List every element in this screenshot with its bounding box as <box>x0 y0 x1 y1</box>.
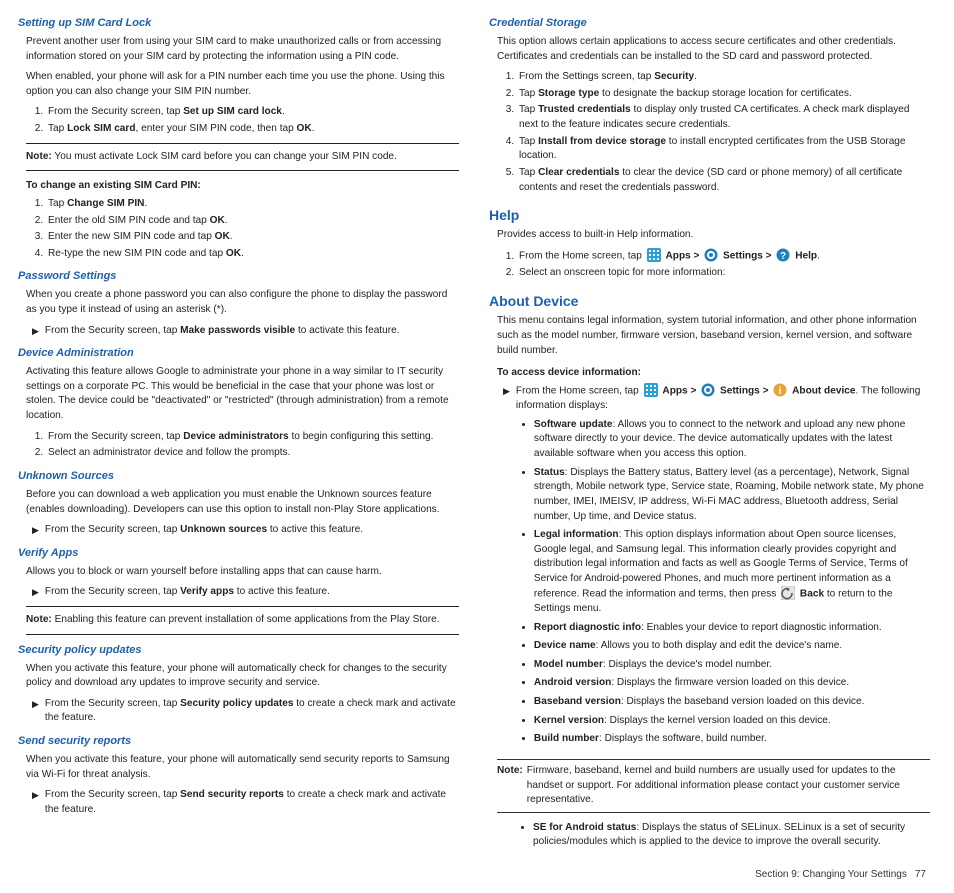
back-icon <box>781 586 795 600</box>
step: From the Home screen, tap Apps > Setting… <box>517 249 930 264</box>
page-footer: Section 9: Changing Your Settings 77 <box>489 868 926 883</box>
step: Select an administrator device and follo… <box>46 446 459 461</box>
para: This menu contains legal information, sy… <box>497 314 930 358</box>
note: Note: Enabling this feature can prevent … <box>26 613 459 628</box>
arrow-icon: ▶ <box>503 384 510 398</box>
note-box: Note: Firmware, baseband, kernel and bui… <box>497 759 930 813</box>
footer-section: Section 9: Changing Your Settings <box>755 868 907 883</box>
right-column: Credential Storage This option allows ce… <box>489 8 930 885</box>
arrow-icon: ▶ <box>32 788 39 802</box>
step: Tap Lock SIM card, enter your SIM PIN co… <box>46 122 459 137</box>
list-item: SE for Android status: Displays the stat… <box>533 821 930 850</box>
gear-icon <box>701 383 715 397</box>
apps-icon <box>644 383 658 397</box>
footer-page: 77 <box>915 868 926 883</box>
bullet-list: SE for Android status: Displays the stat… <box>519 821 930 850</box>
arrow-step: ▶ From the Home screen, tap Apps > Setti… <box>503 384 930 753</box>
steps: From the Home screen, tap Apps > Setting… <box>503 249 930 281</box>
note: Note: You must activate Lock SIM card be… <box>26 150 459 165</box>
step: Tap Install from device storage to insta… <box>517 135 930 164</box>
list-item: Build number: Displays the software, bui… <box>534 732 930 747</box>
heading-password-settings: Password Settings <box>18 269 459 285</box>
step: Enter the old SIM PIN code and tap OK. <box>46 214 459 229</box>
gear-icon <box>704 248 718 262</box>
apps-icon <box>647 248 661 262</box>
arrow-icon: ▶ <box>32 523 39 537</box>
step: Re-type the new SIM PIN code and tap OK. <box>46 247 459 262</box>
heading-credential-storage: Credential Storage <box>489 16 930 32</box>
bullet-list: Software update: Allows you to connect t… <box>520 418 930 747</box>
steps: Tap Change SIM PIN. Enter the old SIM PI… <box>32 197 459 262</box>
arrow-step: ▶ From the Security screen, tap Security… <box>32 697 459 726</box>
para: This option allows certain applications … <box>497 35 930 64</box>
heading-sim-lock: Setting up SIM Card Lock <box>18 16 459 32</box>
step: Tap Clear credentials to clear the devic… <box>517 166 930 195</box>
rule <box>26 170 459 171</box>
para: Prevent another user from using your SIM… <box>26 35 459 64</box>
arrow-step: ▶ From the Security screen, tap Verify a… <box>32 585 459 600</box>
heading-help: Help <box>489 205 930 225</box>
step: From the Security screen, tap Device adm… <box>46 430 459 445</box>
arrow-step: ▶ From the Security screen, tap Make pas… <box>32 324 459 339</box>
rule <box>26 143 459 144</box>
para: Allows you to block or warn yourself bef… <box>26 565 459 580</box>
heading-about-device: About Device <box>489 291 930 311</box>
step: Tap Trusted credentials to display only … <box>517 103 930 132</box>
arrow-icon: ▶ <box>32 585 39 599</box>
steps: From the Settings screen, tap Security. … <box>503 70 930 195</box>
step: From the Settings screen, tap Security. <box>517 70 930 85</box>
step: Tap Change SIM PIN. <box>46 197 459 212</box>
para: Before you can download a web applicatio… <box>26 488 459 517</box>
para: When you create a phone password you can… <box>26 288 459 317</box>
step: Tap Storage type to designate the backup… <box>517 87 930 102</box>
list-item: Legal information: This option displays … <box>534 528 930 616</box>
heading-verify-apps: Verify Apps <box>18 546 459 562</box>
arrow-icon: ▶ <box>32 697 39 711</box>
para: When you activate this feature, your pho… <box>26 662 459 691</box>
rule <box>26 634 459 635</box>
step: Select an onscreen topic for more inform… <box>517 266 930 281</box>
subhead-access-device-info: To access device information: <box>497 366 930 381</box>
list-item: Status: Displays the Battery status, Bat… <box>534 466 930 525</box>
heading-device-admin: Device Administration <box>18 346 459 362</box>
list-item: Android version: Displays the firmware v… <box>534 676 930 691</box>
info-icon <box>773 383 787 397</box>
para: Activating this feature allows Google to… <box>26 365 459 424</box>
subhead-change-pin: To change an existing SIM Card PIN: <box>26 179 459 194</box>
para: When enabled, your phone will ask for a … <box>26 70 459 99</box>
step: Enter the new SIM PIN code and tap OK. <box>46 230 459 245</box>
help-icon <box>776 248 790 262</box>
arrow-icon: ▶ <box>32 324 39 338</box>
heading-security-reports: Send security reports <box>18 734 459 750</box>
arrow-step: ▶ From the Security screen, tap Send sec… <box>32 788 459 817</box>
left-column: Setting up SIM Card Lock Prevent another… <box>18 8 459 885</box>
list-item: Baseband version: Displays the baseband … <box>534 695 930 710</box>
steps: From the Security screen, tap Set up SIM… <box>32 105 459 136</box>
list-item: Software update: Allows you to connect t… <box>534 418 930 462</box>
para: When you activate this feature, your pho… <box>26 753 459 782</box>
rule <box>26 606 459 607</box>
heading-unknown-sources: Unknown Sources <box>18 469 459 485</box>
list-item: Device name: Allows you to both display … <box>534 639 930 654</box>
heading-security-policy: Security policy updates <box>18 643 459 659</box>
list-item: Model number: Displays the device's mode… <box>534 658 930 673</box>
para: Provides access to built-in Help informa… <box>497 228 930 243</box>
step: From the Security screen, tap Set up SIM… <box>46 105 459 120</box>
arrow-step: ▶ From the Security screen, tap Unknown … <box>32 523 459 538</box>
list-item: Report diagnostic info: Enables your dev… <box>534 621 930 636</box>
steps: From the Security screen, tap Device adm… <box>32 430 459 461</box>
